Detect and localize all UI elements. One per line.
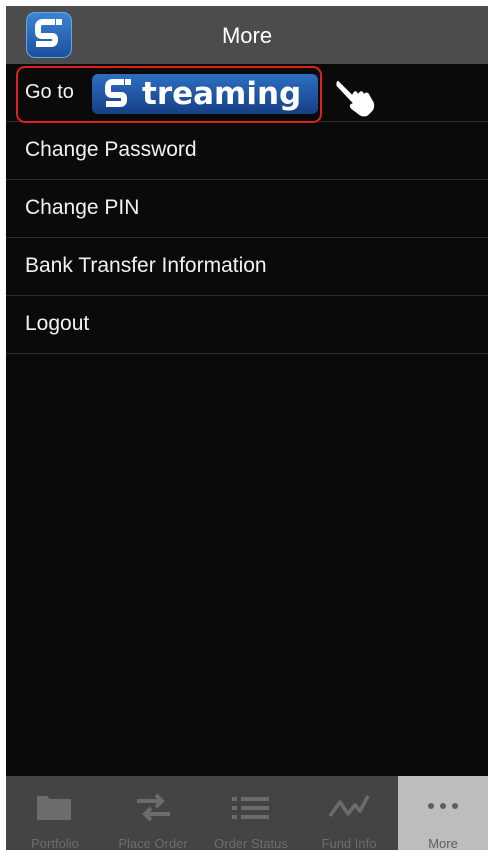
tab-place-order[interactable]: Place Order	[104, 776, 202, 850]
streaming-brand-logo: treaming	[92, 74, 318, 114]
app-screen: More Go to treaming Change Password Chan…	[6, 6, 488, 850]
more-dots-icon	[428, 803, 458, 809]
brand-text: treaming	[142, 76, 302, 112]
more-menu: Go to treaming Change Password Change PI…	[6, 64, 488, 354]
list-icon	[232, 797, 269, 819]
tab-label: More	[428, 836, 458, 850]
menu-item-label: Bank Transfer Information	[25, 254, 267, 277]
goto-streaming-item[interactable]: Go to treaming	[6, 64, 488, 123]
tab-label: Portfolio	[31, 836, 79, 850]
tab-label: Fund Info	[321, 836, 377, 850]
tab-label: Place Order	[118, 836, 188, 850]
menu-item-label: Logout	[25, 312, 90, 335]
tab-bar: Portfolio Place Order Order Status Fund …	[6, 776, 488, 850]
swap-arrows-icon	[137, 793, 170, 822]
tab-portfolio[interactable]: Portfolio	[6, 776, 104, 850]
line-chart-icon	[328, 795, 370, 818]
menu-item-change-password[interactable]: Change Password	[6, 122, 488, 180]
tab-label: Order Status	[214, 836, 288, 850]
tab-more[interactable]: More	[398, 776, 488, 850]
menu-item-bank-transfer-information[interactable]: Bank Transfer Information	[6, 238, 488, 296]
menu-item-label: Change PIN	[25, 196, 140, 219]
menu-item-logout[interactable]: Logout	[6, 296, 488, 354]
top-bar: More	[6, 6, 488, 64]
tab-order-status[interactable]: Order Status	[202, 776, 300, 850]
streaming-s-logo-icon	[105, 79, 131, 107]
goto-label: Go to	[25, 81, 74, 103]
menu-item-label: Change Password	[25, 138, 197, 161]
menu-item-change-pin[interactable]: Change PIN	[6, 180, 488, 238]
page-title: More	[221, 23, 273, 48]
pointing-hand-icon	[335, 79, 376, 118]
tab-fund-info[interactable]: Fund Info	[300, 776, 398, 850]
folder-icon	[37, 796, 71, 820]
